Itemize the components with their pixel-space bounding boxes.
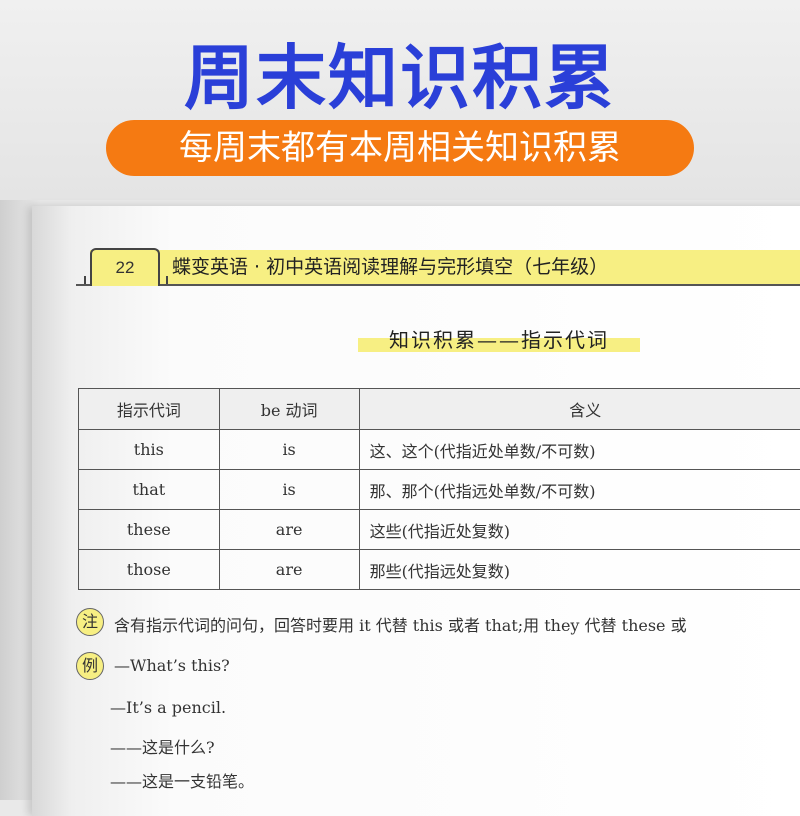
example-line: —It’s a pencil. xyxy=(110,698,226,717)
header-rule xyxy=(76,284,800,286)
cell-be-verb: is xyxy=(219,430,359,470)
note-marker-icon: 注 xyxy=(76,608,104,636)
book-page: 22 蝶变英语 · 初中英语阅读理解与完形填空（七年级） 知识积累——指示代词 … xyxy=(32,206,800,816)
table-header-row: 指示代词 be 动词 含义 xyxy=(79,389,800,430)
example-line: ——这是什么? xyxy=(110,734,215,758)
promo-banner: 周末知识积累 每周末都有本周相关知识积累 xyxy=(0,0,800,200)
page-number-box: 22 xyxy=(90,248,160,286)
cell-meaning: 这、这个(代指近处单数/不可数) xyxy=(359,430,800,470)
example-marker-icon: 例 xyxy=(76,652,104,680)
cell-be-verb: are xyxy=(219,510,359,550)
column-header-meaning: 含义 xyxy=(359,389,800,430)
cell-pronoun: those xyxy=(79,550,220,590)
cell-pronoun: this xyxy=(79,430,220,470)
book-title: 蝶变英语 · 初中英语阅读理解与完形填空（七年级） xyxy=(172,250,608,284)
table-row: that is 那、那个(代指远处单数/不可数) xyxy=(79,470,800,510)
cell-pronoun: that xyxy=(79,470,220,510)
page-number: 22 xyxy=(92,250,158,286)
banner-title: 周末知识积累 xyxy=(0,22,800,123)
banner-subtitle: 每周末都有本周相关知识积累 xyxy=(106,120,694,176)
table-row: these are 这些(代指近处复数) xyxy=(79,510,800,550)
section-heading: 知识积累——指示代词 xyxy=(358,324,640,352)
cell-meaning: 这些(代指近处复数) xyxy=(359,510,800,550)
table-row: this is 这、这个(代指近处单数/不可数) xyxy=(79,430,800,470)
example-line: ——这是一支铅笔。 xyxy=(110,768,254,792)
cell-pronoun: these xyxy=(79,510,220,550)
cell-be-verb: is xyxy=(219,470,359,510)
subtitle-pill: 每周末都有本周相关知识积累 xyxy=(106,120,694,176)
cell-meaning: 那些(代指远处复数) xyxy=(359,550,800,590)
cell-meaning: 那、那个(代指远处单数/不可数) xyxy=(359,470,800,510)
cell-be-verb: are xyxy=(219,550,359,590)
example-line: —What’s this? xyxy=(114,656,230,675)
column-header-pronoun: 指示代词 xyxy=(79,389,220,430)
section-title: 知识积累——指示代词 xyxy=(358,324,640,353)
demonstrative-pronoun-table: 指示代词 be 动词 含义 this is 这、这个(代指近处单数/不可数) t… xyxy=(78,388,800,590)
note-text: 含有指示代词的问句，回答时要用 it 代替 this 或者 that;用 the… xyxy=(114,612,687,636)
column-header-be-verb: be 动词 xyxy=(219,389,359,430)
table-row: those are 那些(代指远处复数) xyxy=(79,550,800,590)
